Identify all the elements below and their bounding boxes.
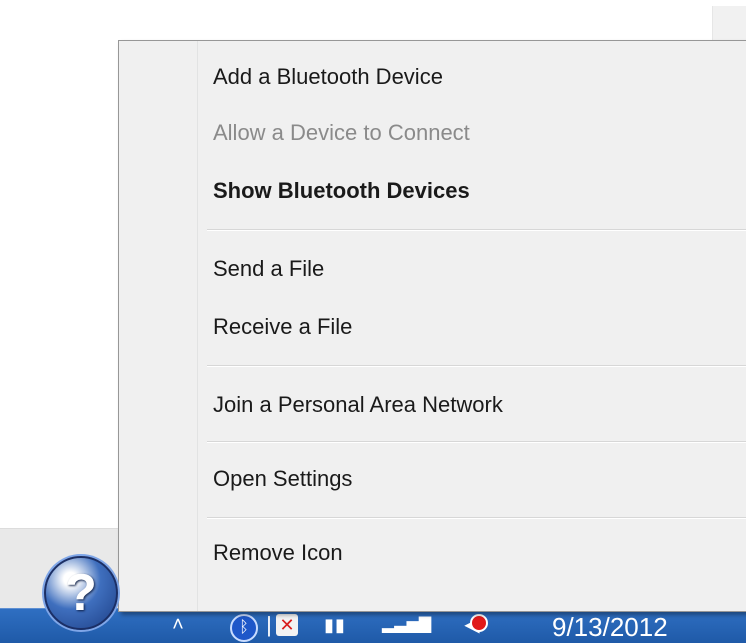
battery-icon[interactable]: ▮▮ bbox=[318, 612, 352, 638]
bluetooth-icon[interactable]: ᛒ bbox=[230, 614, 258, 642]
network-signal-icon[interactable]: ▂▃▅▇ bbox=[382, 612, 431, 638]
menu-item-allow-device-to-connect: Allow a Device to Connect bbox=[213, 120, 470, 145]
menu-separator bbox=[207, 517, 746, 519]
menu-item-send-file[interactable]: Send a File bbox=[213, 249, 324, 289]
muted-badge-icon bbox=[470, 614, 488, 632]
taskbar-clock-date[interactable]: 9/13/2012 bbox=[552, 612, 668, 643]
help-question-glyph: ? bbox=[65, 564, 97, 622]
menu-item-show-bluetooth-devices[interactable]: Show Bluetooth Devices bbox=[213, 171, 470, 211]
menu-separator bbox=[207, 441, 746, 443]
menu-item-remove-icon[interactable]: Remove Icon bbox=[213, 533, 343, 573]
menu-item-join-personal-area-network[interactable]: Join a Personal Area Network bbox=[213, 385, 503, 425]
desktop: ˄ ᛒ | ✕ ▮▮ ▂▃▅▇ ◀ 9/13/2012 Add a Blueto… bbox=[0, 0, 746, 643]
action-center-flag-icon[interactable]: ✕ bbox=[276, 614, 298, 636]
tray-divider: | bbox=[266, 612, 272, 637]
menu-separator bbox=[207, 365, 746, 367]
speaker-muted-icon[interactable]: ◀ bbox=[452, 612, 492, 638]
help-question-icon[interactable]: ? bbox=[44, 556, 118, 630]
menu-separator bbox=[207, 229, 746, 231]
menu-item-receive-file[interactable]: Receive a File bbox=[213, 307, 352, 347]
bluetooth-context-menu: Add a Bluetooth Device Allow a Device to… bbox=[118, 40, 746, 612]
menu-icon-gutter bbox=[119, 41, 198, 611]
show-hidden-icons-caret-icon[interactable]: ˄ bbox=[168, 612, 188, 638]
menu-item-open-settings[interactable]: Open Settings bbox=[213, 459, 352, 499]
menu-item-add-bluetooth-device[interactable]: Add a Bluetooth Device bbox=[213, 57, 443, 97]
